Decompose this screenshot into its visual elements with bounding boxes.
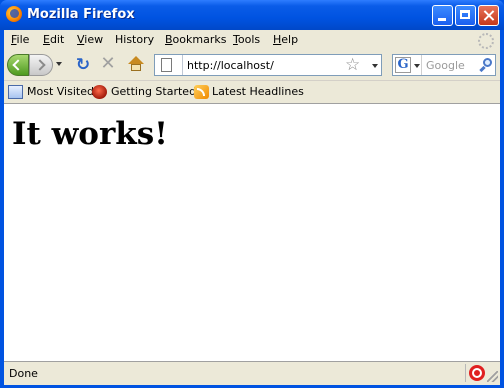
google-icon[interactable]: G bbox=[395, 57, 411, 73]
menu-view[interactable]: View bbox=[77, 33, 103, 46]
window-title: Mozilla Firefox bbox=[27, 7, 135, 22]
menu-help[interactable]: Help bbox=[273, 33, 298, 46]
status-bar: Done bbox=[4, 361, 500, 385]
bookmarks-toolbar: Most Visited Getting Started Latest Head… bbox=[4, 81, 500, 104]
firefox-icon[interactable] bbox=[6, 6, 22, 22]
bookmark-most-visited[interactable]: Most Visited bbox=[27, 85, 94, 98]
browser-window: Mozilla Firefox File Edit View History B… bbox=[0, 0, 504, 388]
stop-icon[interactable]: ✕ bbox=[100, 55, 116, 73]
url-dropdown-icon[interactable] bbox=[372, 64, 378, 68]
menu-bar: File Edit View History Bookmarks Tools H… bbox=[4, 30, 500, 50]
search-bar[interactable]: G bbox=[392, 54, 496, 76]
search-engine-dropdown-icon[interactable] bbox=[414, 64, 420, 68]
url-separator bbox=[182, 55, 183, 75]
minimize-button[interactable] bbox=[432, 5, 453, 26]
bookmark-latest-headlines[interactable]: Latest Headlines bbox=[212, 85, 304, 98]
reload-icon[interactable]: ↻ bbox=[75, 57, 91, 74]
navigation-toolbar: ↻ ✕ ☆ G bbox=[4, 50, 500, 81]
title-bar[interactable]: Mozilla Firefox bbox=[0, 0, 504, 30]
menu-edit[interactable]: Edit bbox=[43, 33, 64, 46]
search-separator bbox=[421, 55, 422, 75]
forward-button[interactable] bbox=[29, 54, 53, 76]
bookmark-star-icon[interactable]: ☆ bbox=[345, 55, 360, 75]
status-text: Done bbox=[9, 367, 38, 380]
back-button[interactable] bbox=[7, 54, 29, 76]
url-bar[interactable]: ☆ bbox=[154, 54, 382, 76]
url-input[interactable] bbox=[187, 57, 337, 73]
firefox-icon bbox=[92, 85, 107, 99]
throbber-icon bbox=[478, 33, 494, 49]
menu-file[interactable]: File bbox=[11, 33, 29, 46]
search-icon[interactable] bbox=[479, 57, 495, 73]
menu-tools[interactable]: Tools bbox=[233, 33, 260, 46]
search-input[interactable] bbox=[426, 57, 476, 73]
menu-history[interactable]: History bbox=[115, 33, 154, 46]
page-icon bbox=[161, 58, 172, 72]
status-separator bbox=[465, 364, 466, 382]
browser-client-area: File Edit View History Bookmarks Tools H… bbox=[4, 30, 500, 385]
menu-bookmarks[interactable]: Bookmarks bbox=[165, 33, 226, 46]
close-button[interactable] bbox=[478, 5, 499, 26]
page-content: It works! bbox=[4, 104, 500, 361]
bookmark-getting-started[interactable]: Getting Started bbox=[111, 85, 196, 98]
resize-grip-icon[interactable] bbox=[487, 371, 498, 382]
maximize-button[interactable] bbox=[455, 5, 476, 26]
page-heading: It works! bbox=[12, 116, 168, 152]
history-dropdown-icon[interactable] bbox=[56, 62, 62, 66]
most-visited-icon bbox=[8, 85, 23, 99]
home-icon[interactable] bbox=[128, 56, 144, 72]
adblock-icon[interactable] bbox=[469, 365, 485, 381]
rss-feed-icon bbox=[194, 85, 209, 99]
